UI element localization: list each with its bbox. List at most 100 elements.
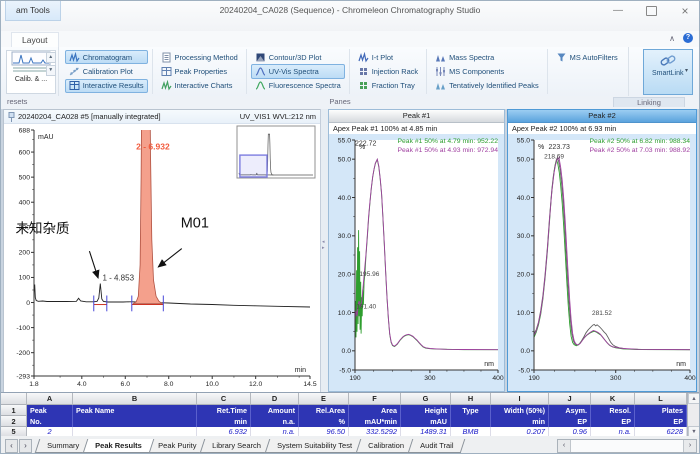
gallery-up-icon[interactable]: ▲ — [46, 52, 56, 63]
horizontal-scrollbar[interactable]: ‹ › — [557, 439, 697, 453]
svg-text:2 - 6.932: 2 - 6.932 — [136, 142, 170, 152]
column-letter[interactable]: D — [251, 393, 299, 405]
header-unit-cell: mAU*min — [349, 416, 401, 427]
interactive-charts-button[interactable]: Interactive Charts — [157, 79, 242, 93]
tab-layout[interactable]: Layout — [11, 32, 59, 47]
hscroll-right-icon[interactable]: › — [683, 440, 696, 452]
close-button[interactable]: × — [679, 5, 691, 17]
tab-label: Peak Results — [95, 439, 142, 452]
smartlink-dropdown-icon[interactable]: ▾ — [685, 65, 693, 77]
peak-properties-icon — [161, 66, 172, 77]
svg-text:200: 200 — [19, 250, 31, 257]
button-label: Calibration Plot — [83, 67, 133, 76]
button-label: Tentatively Identified Peaks — [449, 81, 539, 90]
peak1-caption[interactable]: Peak #1 — [329, 110, 504, 123]
linking-group: SmartLink ▾ — [628, 47, 699, 96]
header-cell: Height — [401, 405, 451, 416]
column-letter[interactable]: L — [635, 393, 687, 405]
column-letter[interactable]: G — [401, 393, 451, 405]
column-letter[interactable]: H — [451, 393, 491, 405]
processing-method-button[interactable]: Processing Method — [157, 50, 242, 64]
presets-group-label: resets — [7, 97, 27, 106]
ms-autofilters-button[interactable]: MS AutoFilters — [552, 50, 622, 64]
button-label: MS AutoFilters — [570, 53, 618, 62]
peak-properties-button[interactable]: Peak Properties — [157, 64, 242, 78]
minimize-button[interactable]: — — [612, 5, 624, 17]
channel-label: UV_VIS1 WVL:212 nm — [240, 112, 316, 121]
chromatogram-plot[interactable]: 6886005004003002001000-100-200-2931.84.0… — [4, 124, 320, 392]
svg-text:100: 100 — [19, 275, 31, 282]
header-unit-cell: mAU — [401, 416, 451, 427]
mass-spectra-button[interactable]: Mass Spectra — [431, 50, 543, 64]
svg-text:0: 0 — [26, 300, 30, 307]
interactive-results-icon — [69, 80, 80, 91]
mass-spectra-icon — [435, 52, 446, 63]
scroll-up-icon[interactable]: ▲ — [688, 393, 700, 404]
svg-text:10.0: 10.0 — [338, 310, 351, 317]
peak1-legend: Peak #1 50% at 4.79 min: 952.22Peak #1 5… — [397, 137, 498, 155]
peak1-spectrum-pane[interactable]: Peak #1 Apex Peak #1 100% at 4.85 min 55… — [328, 109, 505, 392]
tab-peak-purity[interactable]: Peak Purity — [146, 439, 209, 453]
svg-text:未知杂质: 未知杂质 — [16, 220, 70, 236]
peak2-spectrum-pane[interactable]: Peak #2 Apex Peak #2 100% at 6.93 min 55… — [507, 109, 697, 392]
ms-autofilters-icon — [556, 52, 567, 63]
uv-vis-spectra-icon — [255, 66, 266, 77]
header-unit-cell — [451, 416, 491, 427]
ribbon: Calib. & ... ▲ ▼ Chromatogram Calibration… — [1, 47, 699, 96]
uv-vis-spectra-button[interactable]: UV-Vis Spectra — [251, 64, 345, 78]
i-t-plot-button[interactable]: I-t Plot — [354, 50, 422, 64]
collapse-ribbon-icon[interactable]: ∧ — [669, 34, 675, 43]
column-letter[interactable]: J — [549, 393, 591, 405]
tabs-prev-icon[interactable]: ‹ — [5, 439, 18, 453]
table-corner-cell[interactable] — [1, 393, 27, 405]
column-letter[interactable]: I — [491, 393, 549, 405]
peak1-spectrum-plot[interactable]: 55.050.040.030.020.010.00.0-5.0190300400… — [329, 134, 504, 394]
column-letter[interactable]: E — [299, 393, 349, 405]
row-number[interactable]: 1 — [1, 405, 27, 416]
ms-components-button[interactable]: MS Components — [431, 64, 543, 78]
svg-text:40.0: 40.0 — [517, 195, 530, 202]
row-number[interactable]: 2 — [1, 416, 27, 427]
injection-rack-button[interactable]: Injection Rack — [354, 64, 422, 78]
interactive-results-button[interactable]: Interactive Results — [65, 79, 148, 93]
peak2-spectrum-plot[interactable]: 55.050.040.030.020.010.00.0-5.0190300400… — [508, 134, 696, 394]
legend-line: Peak #1 50% at 4.93 min: 972.94 — [397, 146, 498, 155]
tab-calibration[interactable]: Calibration — [356, 439, 416, 453]
button-label: Chromatogram — [83, 53, 132, 62]
calibration-plot-button[interactable]: Calibration Plot — [65, 64, 148, 78]
tentatively-identified-peaks-button[interactable]: Tentatively Identified Peaks — [431, 79, 543, 93]
peak2-caption[interactable]: Peak #2 — [508, 110, 696, 123]
column-letter[interactable]: C — [197, 393, 251, 405]
svg-text:600: 600 — [19, 149, 31, 156]
chromatogram-button[interactable]: Chromatogram — [65, 50, 148, 64]
tab-audit-trail[interactable]: Audit Trail — [407, 439, 465, 453]
tab-system-suitability-test[interactable]: System Suitability Test — [265, 439, 364, 453]
table-vertical-scrollbar[interactable]: ▲ ▼ — [687, 393, 700, 437]
button-label: Peak Properties — [175, 67, 228, 76]
column-letter[interactable]: A — [27, 393, 73, 405]
tabs-next-icon[interactable]: › — [19, 439, 32, 453]
svg-text:300: 300 — [424, 375, 436, 382]
signal-pin-icon — [8, 112, 15, 122]
fraction-tray-button[interactable]: Fraction Tray — [354, 79, 422, 93]
help-icon[interactable]: ? — [683, 33, 693, 43]
restore-button[interactable] — [646, 6, 657, 16]
tab-library-search[interactable]: Library Search — [200, 439, 273, 453]
ribbon-group-labels: resets Panes Linking — [1, 96, 699, 110]
button-label: MS Components — [449, 67, 504, 76]
gallery-down-icon[interactable]: ▼ — [46, 65, 56, 76]
svg-text:min: min — [295, 367, 306, 374]
contour-3d-plot-button[interactable]: Contour/3D Plot — [251, 50, 345, 64]
preset-label: Calib. & ... — [7, 76, 55, 83]
chromatogram-pane[interactable]: 20240204_CA028 #5 [manually integrated] … — [3, 109, 323, 394]
column-letter[interactable]: B — [73, 393, 197, 405]
tab-label: Peak Purity — [158, 439, 196, 452]
column-letter[interactable]: K — [591, 393, 635, 405]
processing-method-icon — [161, 52, 172, 63]
titlebar: am Tools 20240204_CA028 (Sequence) - Chr… — [1, 1, 699, 31]
fluorescence-spectra-button[interactable]: Fluorescence Spectra — [251, 79, 345, 93]
svg-text:12.0: 12.0 — [249, 381, 262, 388]
tab-peak-results[interactable]: Peak Results — [83, 439, 154, 453]
hscroll-left-icon[interactable]: ‹ — [558, 440, 571, 452]
column-letter[interactable]: F — [349, 393, 401, 405]
